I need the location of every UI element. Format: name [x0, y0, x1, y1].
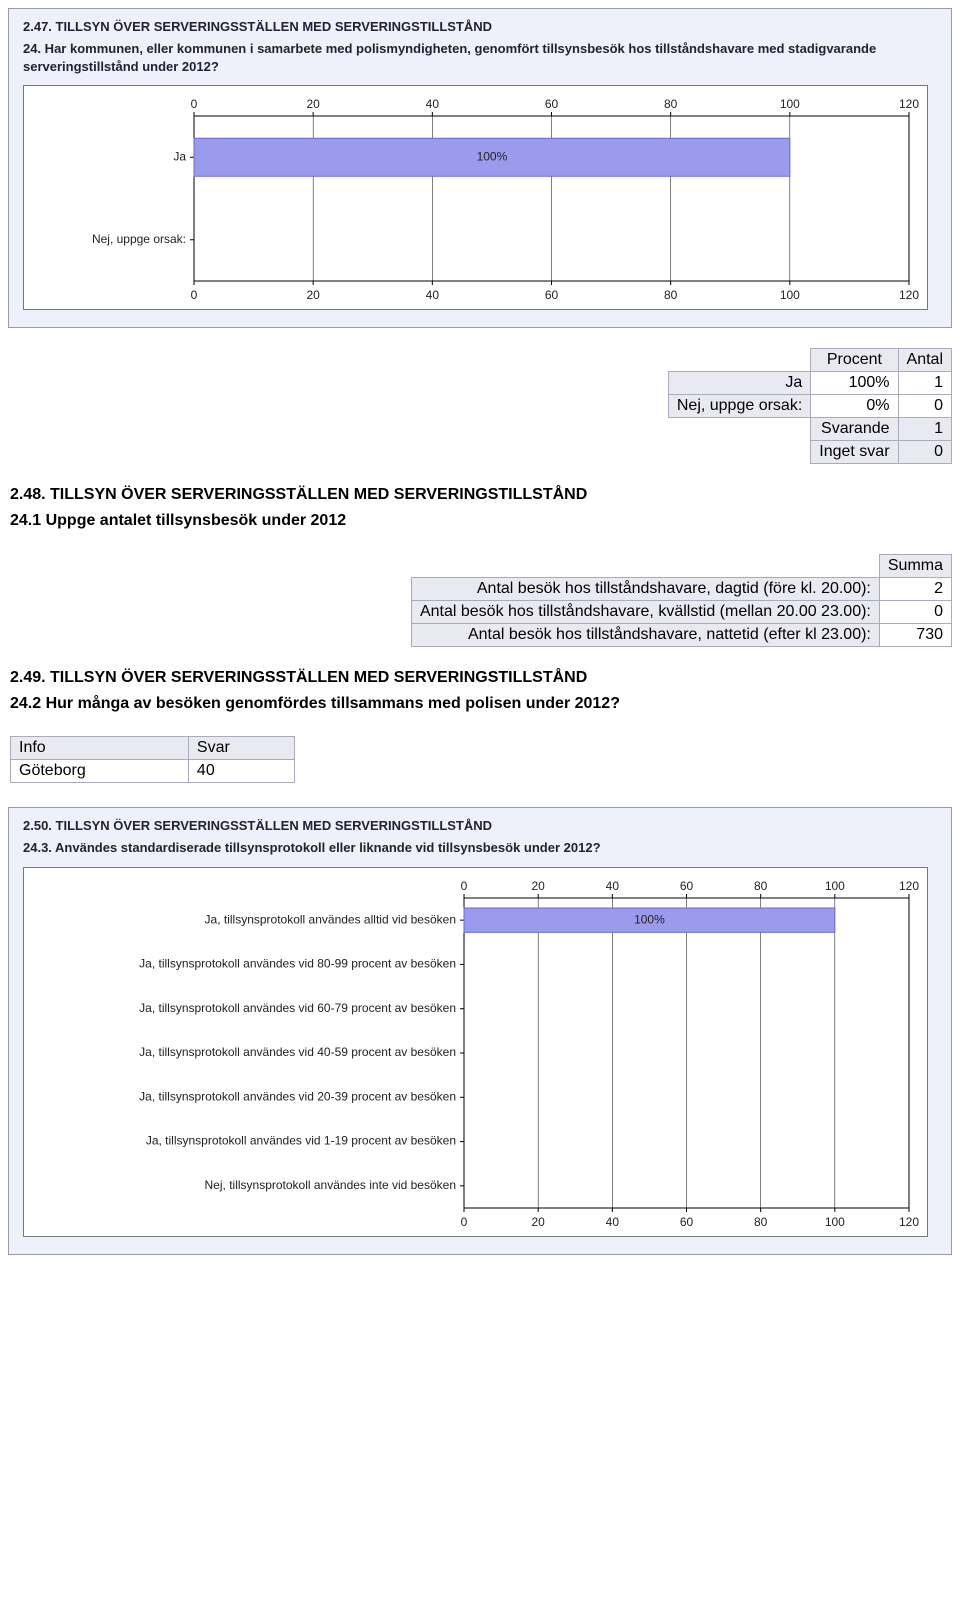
svg-text:100: 100 — [825, 1215, 845, 1229]
svg-text:20: 20 — [306, 97, 320, 111]
svg-text:60: 60 — [545, 97, 559, 111]
table-row: Nej, uppge orsak: 0% 0 — [668, 395, 951, 418]
svg-text:60: 60 — [680, 879, 694, 893]
svg-text:0: 0 — [461, 879, 468, 893]
footer-row: Inget svar 0 — [668, 441, 951, 464]
svg-text:20: 20 — [531, 879, 545, 893]
bar-chart-250: 0 0 20 20 40 40 60 60 80 80 100 100 120 120 Ja, tillsy… — [23, 867, 928, 1237]
row-procent: 0% — [811, 395, 898, 418]
row-label: Ja — [668, 372, 810, 395]
info-header-svar: Svar — [188, 737, 294, 760]
bar-chart-247: 0 0 20 20 40 40 60 60 80 80 100 100 120 120 Ja 100% Nej,… — [23, 85, 928, 310]
footer-row: Svarande 1 — [668, 418, 951, 441]
results-table-247: Procent Antal Ja 100% 1 Nej, uppge orsak… — [668, 348, 952, 464]
svg-text:40: 40 — [426, 288, 440, 302]
row-value: 2 — [879, 577, 951, 600]
table-row: Ja 100% 1 — [668, 372, 951, 395]
panel-heading: 2.50. TILLSYN ÖVER SERVERINGSSTÄLLEN MED… — [23, 818, 937, 833]
svg-text:40: 40 — [606, 879, 620, 893]
svg-text:80: 80 — [664, 288, 678, 302]
svg-text:120: 120 — [899, 97, 919, 111]
col-procent: Procent — [811, 349, 898, 372]
svg-text:100: 100 — [780, 288, 800, 302]
section-sub-248: 24.1 Uppge antalet tillsynsbesök under 2… — [10, 510, 950, 532]
svg-text:40: 40 — [426, 97, 440, 111]
panel-question: 24.3. Användes standardiserade tillsynsp… — [23, 839, 937, 857]
svg-text:0: 0 — [191, 288, 198, 302]
svg-text:Ja, tillsynsprotokoll användes: Ja, tillsynsprotokoll användes vid 20-39… — [139, 1089, 456, 1103]
svg-text:60: 60 — [680, 1215, 694, 1229]
row-antal: 0 — [898, 395, 951, 418]
footer-value: 0 — [898, 441, 951, 464]
row-label: Antal besök hos tillståndshavare, nattet… — [411, 623, 879, 646]
svg-text:Ja, tillsynsprotokoll användes: Ja, tillsynsprotokoll användes vid 80-99… — [139, 956, 456, 970]
svg-text:120: 120 — [899, 879, 919, 893]
svg-text:Nej, tillsynsprotokoll använde: Nej, tillsynsprotokoll användes inte vid… — [205, 1178, 456, 1192]
svg-text:Ja, tillsynsprotokoll användes: Ja, tillsynsprotokoll användes vid 1-19 … — [146, 1134, 456, 1148]
chart-panel-247: 2.47. TILLSYN ÖVER SERVERINGSSTÄLLEN MED… — [8, 8, 952, 328]
table-row: Antal besök hos tillståndshavare, nattet… — [411, 623, 951, 646]
section-sub-249: 24.2 Hur många av besöken genomfördes ti… — [10, 693, 950, 715]
row-antal: 1 — [898, 372, 951, 395]
svg-text:80: 80 — [754, 879, 768, 893]
svg-text:Ja, tillsynsprotokoll användes: Ja, tillsynsprotokoll användes alltid vi… — [205, 912, 456, 926]
table-row: Antal besök hos tillståndshavare, kvälls… — [411, 600, 951, 623]
summa-table-248: Summa Antal besök hos tillståndshavare, … — [411, 554, 952, 647]
svg-text:100%: 100% — [634, 912, 665, 926]
row-procent: 100% — [811, 372, 898, 395]
svg-text:20: 20 — [531, 1215, 545, 1229]
svg-text:40: 40 — [606, 1215, 620, 1229]
row-value: 0 — [879, 600, 951, 623]
row-label: Nej, uppge orsak: — [668, 395, 810, 418]
summa-header: Summa — [879, 554, 951, 577]
svg-text:120: 120 — [899, 1215, 919, 1229]
row-value: 730 — [879, 623, 951, 646]
col-antal: Antal — [898, 349, 951, 372]
svg-text:120: 120 — [899, 288, 919, 302]
info-cell: Göteborg — [11, 760, 189, 783]
svg-text:Ja, tillsynsprotokoll användes: Ja, tillsynsprotokoll användes vid 60-79… — [139, 1001, 456, 1015]
section-title-248: 2.48. TILLSYN ÖVER SERVERINGSSTÄLLEN MED… — [10, 486, 950, 504]
svg-text:60: 60 — [545, 288, 559, 302]
footer-value: 1 — [898, 418, 951, 441]
table-row: Göteborg 40 — [11, 760, 295, 783]
footer-label: Svarande — [811, 418, 898, 441]
chart-panel-250: 2.50. TILLSYN ÖVER SERVERINGSSTÄLLEN MED… — [8, 807, 952, 1255]
info-header-info: Info — [11, 737, 189, 760]
svg-text:Nej, uppge orsak:: Nej, uppge orsak: — [92, 232, 186, 246]
footer-label: Inget svar — [811, 441, 898, 464]
svg-text:0: 0 — [191, 97, 198, 111]
table-row: Antal besök hos tillståndshavare, dagtid… — [411, 577, 951, 600]
svg-text:Ja, tillsynsprotokoll användes: Ja, tillsynsprotokoll användes vid 40-59… — [139, 1045, 456, 1059]
svg-text:100: 100 — [780, 97, 800, 111]
svg-text:0: 0 — [461, 1215, 468, 1229]
svar-cell: 40 — [188, 760, 294, 783]
svg-text:100: 100 — [825, 879, 845, 893]
row-label: Antal besök hos tillståndshavare, kvälls… — [411, 600, 879, 623]
svg-text:100%: 100% — [477, 150, 508, 164]
svg-text:20: 20 — [306, 288, 320, 302]
svg-text:80: 80 — [664, 97, 678, 111]
panel-heading: 2.47. TILLSYN ÖVER SERVERINGSSTÄLLEN MED… — [23, 19, 937, 34]
panel-question: 24. Har kommunen, eller kommunen i samar… — [23, 40, 937, 75]
info-table-249: Info Svar Göteborg 40 — [10, 736, 295, 783]
svg-text:80: 80 — [754, 1215, 768, 1229]
row-label: Antal besök hos tillståndshavare, dagtid… — [411, 577, 879, 600]
svg-text:Ja: Ja — [173, 150, 186, 164]
section-title-249: 2.49. TILLSYN ÖVER SERVERINGSSTÄLLEN MED… — [10, 669, 950, 687]
